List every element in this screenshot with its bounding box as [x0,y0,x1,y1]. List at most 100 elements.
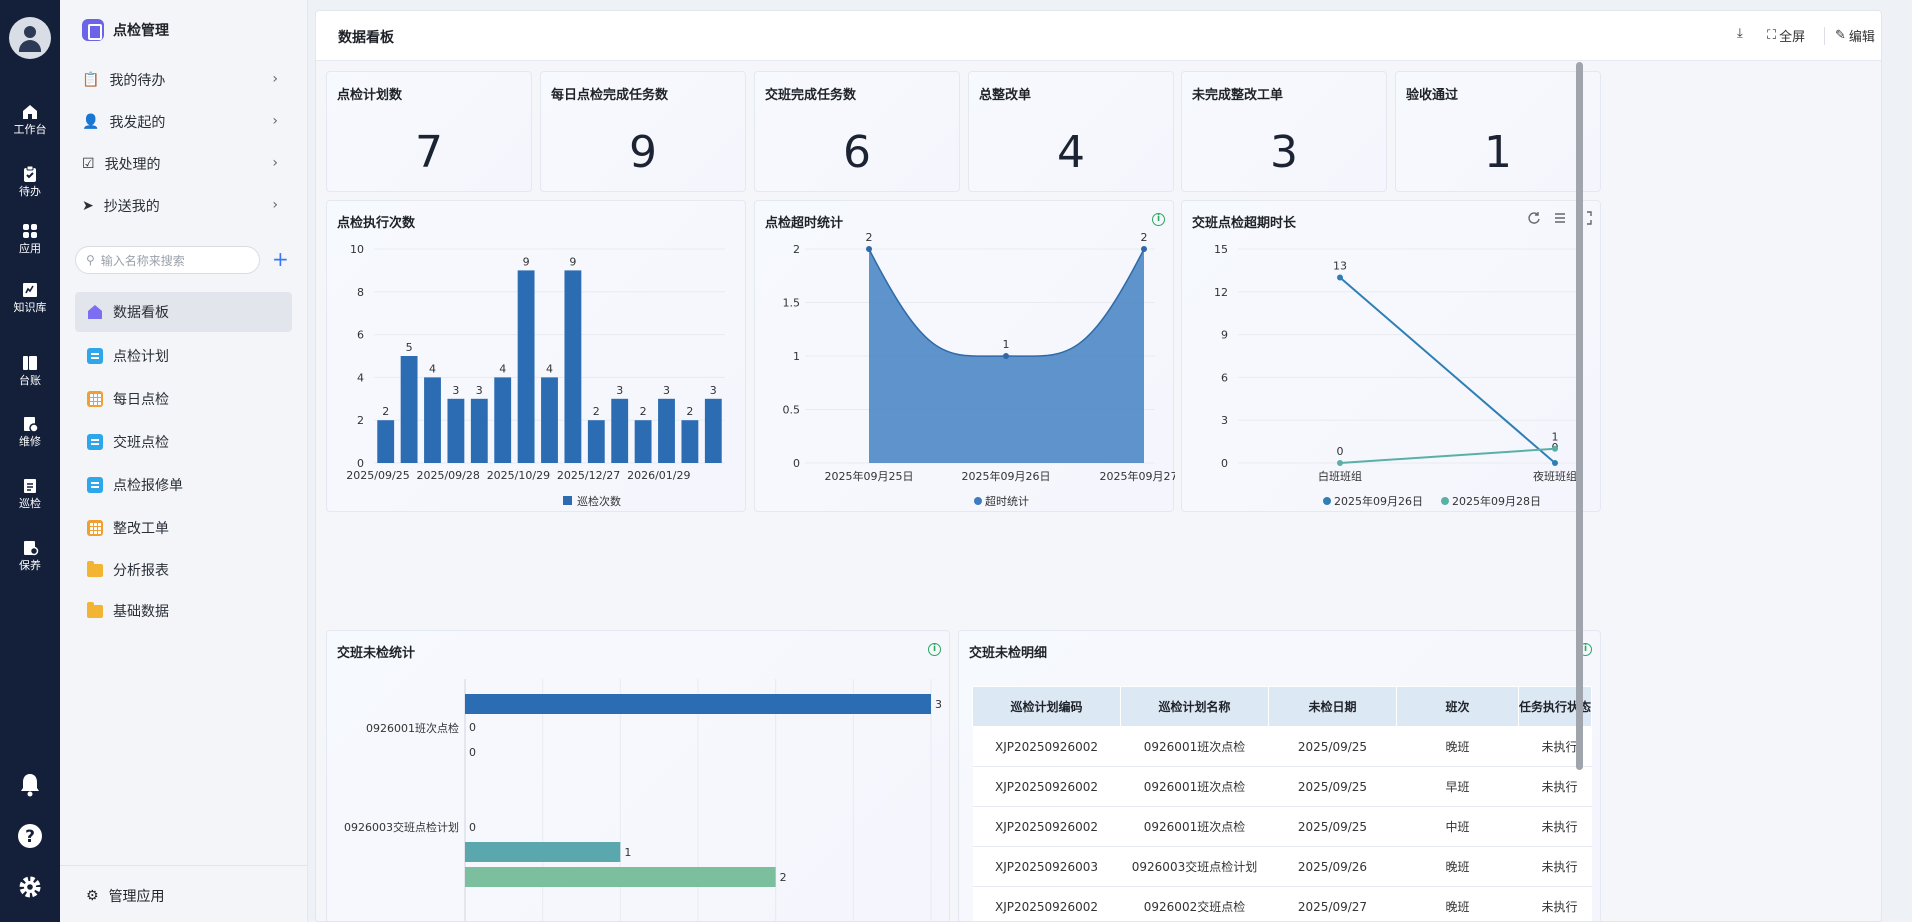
y-tick-label: 6 [1221,371,1228,384]
download-button[interactable]: ⤓ [1737,26,1743,41]
bar [465,842,621,862]
table-row[interactable]: XJP20250926003 0926003交班点检计划 2025/09/26 晚班未… [972,846,1592,887]
kpi-value: 1 [1484,127,1512,178]
bar [465,867,776,887]
legend-label: 2025年09月28日 [1452,494,1541,508]
y-tick-label: 6 [357,329,364,342]
bell-icon[interactable] [16,770,44,798]
table-cell: 早班 [1396,766,1519,807]
avatar[interactable] [9,17,51,59]
table-row[interactable]: XJP20250926002 0926001班次点检 2025/09/25 早班 未执行 [972,766,1592,807]
nav-plan[interactable]: 点检计划 [75,336,292,376]
rail-item-inspection[interactable]: 巡检 [0,477,60,511]
bar [447,398,465,463]
kpi-title: 未完成整改工单 [1192,88,1284,103]
data-label: 3 [476,384,483,397]
menu-my-todo[interactable]: 📋 我的待办 › [82,69,292,91]
home-icon [23,105,37,119]
nav-daily[interactable]: 每日点检 [75,379,292,419]
rail-item-ledger[interactable]: 台账 [0,354,60,388]
x-tick-label: 夜班班组 [1533,469,1577,483]
nav-reports[interactable]: 分析报表 [75,550,292,590]
column-header: 未检日期 [1268,686,1397,727]
fullscreen-label: 全屏 [1779,30,1806,45]
table-cell: 0926001班次点检 [1120,766,1269,807]
page-title: 数据看板 [338,30,394,46]
nav-rectify[interactable]: 整改工单 [75,508,292,548]
edit-button[interactable]: ✎ 编辑 [1835,26,1875,45]
data-point [1552,460,1558,466]
table-cell: 未执行 [1518,766,1592,807]
download-icon: ⤓ [1737,26,1743,41]
chart-card-timeout: 点检超时统计 i 0 0.5 1 1.5 2 2 1 2 2025年09月25日 2025年09月… [754,200,1175,512]
y-tick-label: 1 [793,350,800,363]
add-icon[interactable]: + [272,248,289,270]
rail-item-repair[interactable]: 维修 [0,415,60,449]
table-card-unchecked-detail: 交班未检明细 i 巡检计划编码 巡检计划名称 未检日期 班次 任务执行状态 XJ… [958,630,1601,921]
rail-item-todo[interactable]: 待办 [0,165,60,199]
gear-icon: ⚙ [86,888,99,904]
kpi-title: 验收通过 [1406,88,1459,103]
search-input[interactable]: ⚲ 输入名称来搜索 [75,246,260,274]
data-point [1337,460,1343,466]
doc-icon [87,348,103,364]
table-row[interactable]: XJP20250926002 0926001班次点检 2025/09/25 晚班 未执行 [972,726,1592,767]
help-icon[interactable]: ? [16,822,44,850]
app-logo-icon [82,19,104,41]
line-chart: 0369121513001白班班组夜班班组2025年09月26日2025年09月… [1214,243,1582,508]
table-row[interactable]: XJP20250926002 0926002交班点检 2025/09/27 晚班 未执行 [972,886,1592,921]
rail-item-knowledge[interactable]: 知识库 [0,281,60,315]
legend-swatch [1441,497,1449,505]
nav-base-data[interactable]: 基础数据 [75,591,292,631]
table-cell: 晚班 [1396,846,1519,887]
x-tick-label: 2025年09月26日 [962,469,1051,483]
y-tick-label: 0 [793,457,800,470]
x-tick-label: 2025/09/25 [346,469,409,482]
data-label: 13 [1333,260,1347,273]
table-cell: XJP20250926002 [972,766,1121,807]
rail-item-apps[interactable]: 应用 [0,222,60,256]
kpi-title: 点检计划数 [337,88,403,103]
data-label: 0 [469,746,476,759]
nav-repair-order[interactable]: 点检报修单 [75,465,292,505]
bar [424,377,441,463]
bar [541,377,558,463]
table-cell: XJP20250926002 [972,726,1121,767]
rail-item-workbench[interactable]: 工作台 [0,103,60,137]
manage-app[interactable]: ⚙ 管理应用 [60,865,308,922]
rail-item-maintenance[interactable]: 保养 [0,539,60,573]
kpi-card: 验收通过 1 [1395,71,1601,192]
table-row[interactable]: XJP20250926002 0926001班次点检 2025/09/25 中班 未执行 [972,806,1592,847]
legend-label: 巡检次数 [577,494,621,508]
table-cell: 未执行 [1518,886,1592,921]
home-icon [88,305,102,319]
kpi-value: 7 [415,127,443,178]
data-label: 2 [382,405,389,418]
menu-cc[interactable]: ➤ 抄送我的 › [82,195,292,217]
menu-label: 抄送我的 [103,199,160,215]
table-cell: 2025/09/25 [1268,726,1397,767]
nav-dashboard[interactable]: 数据看板 [75,292,292,332]
doc-icon [87,477,103,493]
ledger-icon [23,356,37,370]
topbar: 数据看板 ⤓ ⛶ 全屏 ✎ 编辑 [316,11,1881,61]
table-cell: XJP20250926002 [972,806,1121,847]
gear-icon[interactable] [16,873,44,901]
kpi-card: 点检计划数 7 [326,71,532,192]
legend-label: 2025年09月26日 [1334,494,1423,508]
nav-shift[interactable]: 交班点检 [75,422,292,462]
bar [465,694,931,714]
menu-initiated[interactable]: 👤 我发起的 › [82,111,292,133]
scrollbar[interactable] [1576,62,1583,770]
fullscreen-button[interactable]: ⛶ 全屏 [1767,26,1805,45]
folder-icon [87,560,103,577]
bar [517,270,535,463]
data-label: 4 [546,362,553,375]
data-label: 3 [616,384,623,397]
send-icon: ➤ [82,198,94,214]
x-tick-label: 2025/09/28 [416,469,479,482]
clipboard-check-icon [24,165,36,182]
menu-handled[interactable]: ☑ 我处理的 › [82,153,292,175]
rail-label: 工作台 [13,123,47,136]
edit-label: 编辑 [1848,30,1875,45]
